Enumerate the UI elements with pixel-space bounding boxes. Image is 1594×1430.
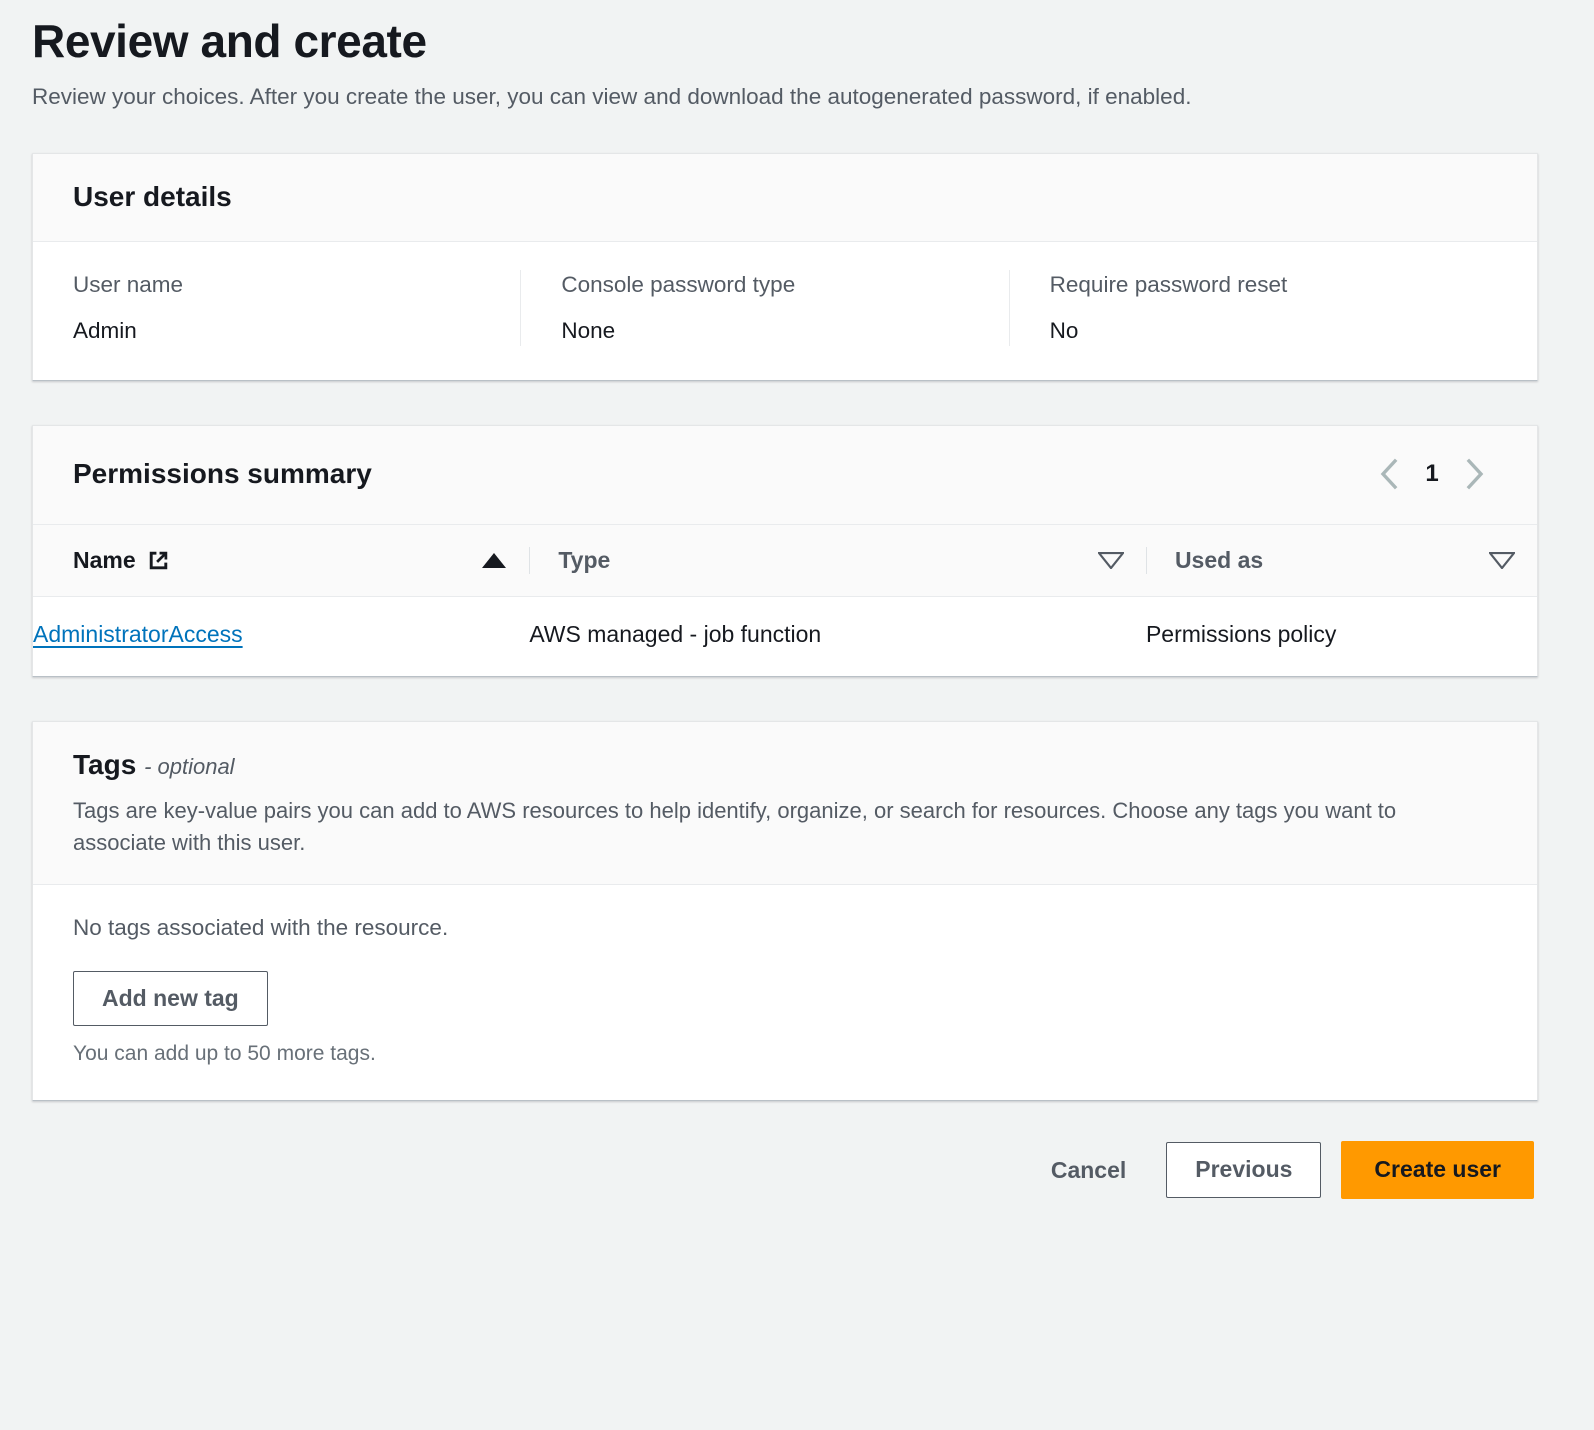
tags-body: No tags associated with the resource. Ad… (33, 884, 1537, 1101)
permissions-table: Name Type Used as AdministratorAccess AW… (33, 524, 1537, 676)
policy-type-text: AWS managed - job function (529, 620, 822, 647)
detail-label: Console password type (561, 272, 796, 298)
detail-value: None (561, 318, 616, 344)
chevron-right-icon[interactable] (1453, 452, 1497, 496)
column-header-type-label-wrap: Type (558, 547, 610, 574)
permissions-summary-title: Permissions summary (73, 457, 372, 489)
column-header-label: Name (73, 546, 136, 573)
detail-console-password-type: Console password type None (520, 270, 1008, 346)
detail-require-password-reset: Require password reset No (1008, 270, 1497, 346)
detail-value: Admin (73, 318, 137, 344)
detail-user-name: User name Admin (73, 270, 520, 346)
column-header-used-as[interactable]: Used as (1145, 524, 1537, 597)
cell-policy-type: AWS managed - job function (529, 596, 1146, 676)
user-details-card: User details User name Admin Console pas… (32, 152, 1538, 381)
review-and-create-page: Review and create Review your choices. A… (0, 0, 1594, 1430)
user-details-title: User details (73, 180, 232, 212)
add-new-tag-button[interactable]: Add new tag (73, 970, 268, 1027)
column-header-label: Type (558, 546, 611, 573)
external-link-icon[interactable] (146, 548, 171, 573)
detail-label: Require password reset (1049, 272, 1288, 298)
table-header-row: Name Type Used as (33, 524, 1537, 597)
tags-empty-text: No tags associated with the resource. (73, 914, 449, 940)
user-details-body: User name Admin Console password type No… (33, 242, 1537, 380)
tags-header: Tags - optional Tags are key-value pairs… (33, 721, 1537, 885)
create-user-button[interactable]: Create user (1341, 1141, 1534, 1199)
page-title: Review and create (32, 15, 427, 67)
tags-description: Tags are key-value pairs you can add to … (73, 798, 1397, 855)
cancel-button[interactable]: Cancel (1031, 1144, 1146, 1197)
column-header-used-as-label-wrap: Used as (1175, 547, 1263, 574)
tags-title-label: Tags (73, 748, 137, 780)
user-details-header: User details (33, 153, 1537, 243)
permissions-summary-header: Permissions summary 1 (33, 425, 1537, 525)
detail-value: No (1049, 318, 1079, 344)
permissions-summary-card: Permissions summary 1 Name Type Used as … (32, 424, 1538, 677)
triangle-down-icon[interactable] (1489, 551, 1515, 569)
table-row: AdministratorAccess AWS managed - job fu… (33, 596, 1537, 676)
chevron-left-icon[interactable] (1367, 452, 1411, 496)
pagination-current-page[interactable]: 1 (1419, 460, 1445, 488)
policy-used-as-text: Permissions policy (1145, 620, 1337, 647)
column-header-name-label-wrap: Name (73, 547, 171, 574)
tags-remaining-hint: You can add up to 50 more tags. (73, 1042, 376, 1066)
tags-title: Tags - optional (73, 748, 1497, 782)
previous-button[interactable]: Previous (1166, 1142, 1322, 1198)
tags-card: Tags - optional Tags are key-value pairs… (32, 720, 1538, 1102)
pagination: 1 (1367, 452, 1497, 496)
tags-optional-label: - optional (144, 753, 235, 779)
user-details-grid: User name Admin Console password type No… (73, 270, 1497, 346)
page-subtitle: Review your choices. After you create th… (32, 84, 1192, 110)
footer-actions: Cancel Previous Create user (32, 1141, 1538, 1199)
column-header-name[interactable]: Name (33, 524, 530, 597)
policy-link-administratoraccess[interactable]: AdministratorAccess (33, 621, 243, 647)
detail-label: User name (73, 272, 184, 298)
column-header-label: Used as (1174, 546, 1264, 573)
cell-policy-used-as: Permissions policy (1145, 596, 1537, 676)
triangle-up-icon[interactable] (481, 552, 507, 569)
column-header-type[interactable]: Type (529, 524, 1146, 597)
triangle-down-icon[interactable] (1097, 551, 1124, 569)
cell-policy-name: AdministratorAccess (33, 596, 530, 676)
